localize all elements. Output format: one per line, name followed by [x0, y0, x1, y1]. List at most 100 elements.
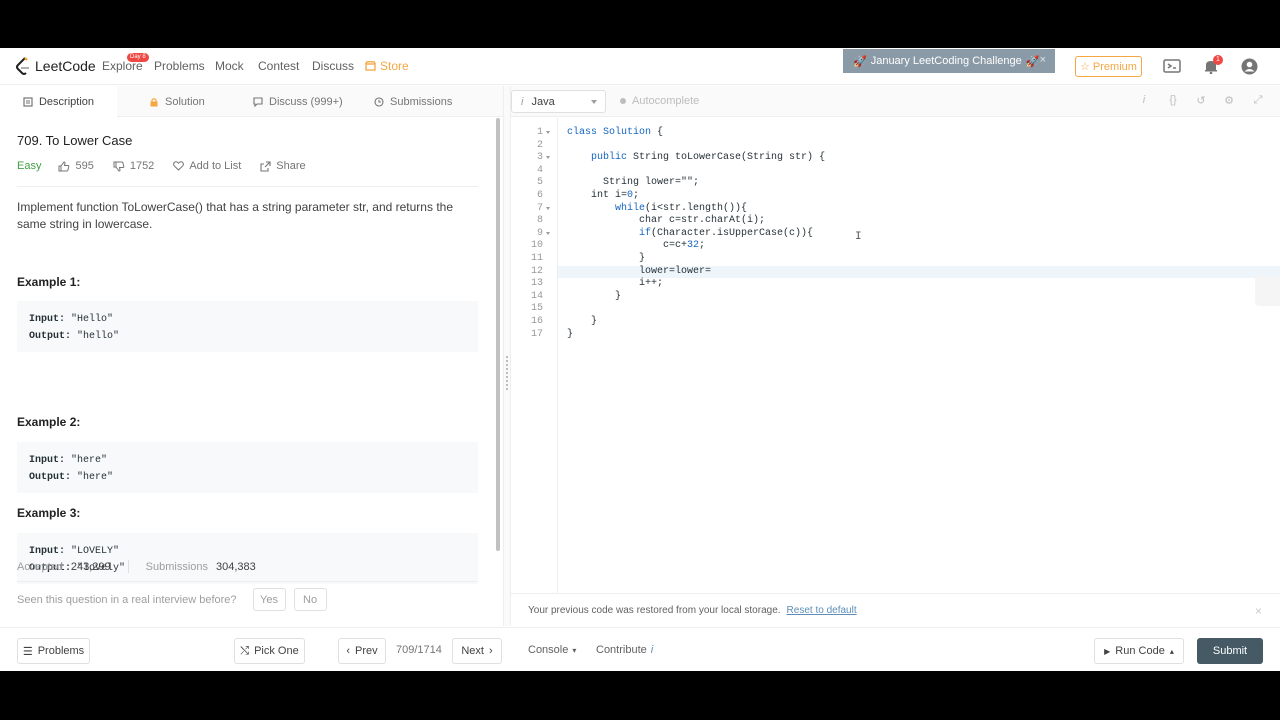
list-icon: ☰ [22, 645, 33, 658]
rocket-icon: 🚀 [1025, 55, 1040, 68]
code-line[interactable]: while(i<str.length()){ [567, 203, 747, 214]
run-code-label: Run Code [1115, 645, 1165, 657]
avatar-icon[interactable] [1241, 58, 1259, 76]
line-number: 11 [530, 253, 543, 264]
fold-caret-icon[interactable] [546, 156, 550, 160]
divider [17, 186, 478, 187]
no-button[interactable]: No [293, 588, 327, 611]
pane-splitter[interactable] [503, 86, 511, 626]
nav-discuss[interactable]: Discuss [312, 59, 354, 73]
store-icon [365, 61, 376, 71]
nav-contest[interactable]: Contest [258, 59, 299, 73]
code-line[interactable]: char c=str.charAt(i); [567, 215, 765, 226]
code-line[interactable]: int i=0; [567, 190, 639, 201]
code-line[interactable]: } [567, 291, 621, 302]
challenge-banner[interactable]: 🚀 January LeetCoding Challenge 🚀 × [843, 49, 1055, 73]
next-button[interactable]: Next › [452, 638, 502, 664]
example-1-heading: Example 1: [17, 275, 81, 289]
prev-button[interactable]: ‹ Prev [338, 638, 386, 664]
example-2-heading: Example 2: [17, 415, 81, 429]
next-label: Next [461, 645, 484, 657]
reset-icon[interactable]: ↺ [1194, 94, 1208, 107]
code-line[interactable]: } [567, 329, 573, 340]
challenge-close-button[interactable]: × [1040, 54, 1046, 66]
pick-one-button[interactable]: ⤭ Pick One [234, 638, 305, 664]
logo[interactable]: LeetCode [16, 57, 96, 75]
code-line[interactable]: public String toLowerCase(String str) { [567, 152, 825, 163]
submissions-count: 304,383 [216, 560, 256, 573]
fold-caret-icon[interactable] [546, 231, 550, 235]
contribute-button[interactable]: Contribute i [596, 644, 653, 656]
fold-caret-icon[interactable] [546, 206, 550, 210]
side-panel-handle[interactable] [1255, 276, 1280, 306]
acceptance-stats: Accepted 243,299 Submissions 304,383 [17, 560, 256, 573]
toggle-dot-icon [620, 98, 626, 104]
code-line[interactable]: } [567, 253, 645, 264]
fold-caret-icon[interactable] [546, 131, 550, 134]
line-number: 13 [530, 278, 543, 290]
explore-day-badge: Day 8 [127, 53, 149, 62]
code-line[interactable]: String lower=""; [567, 177, 699, 188]
autocomplete-label: Autocomplete [632, 95, 700, 107]
tab-submissions[interactable]: Submissions [374, 86, 452, 117]
code-line[interactable]: class Solution { [567, 127, 663, 138]
premium-button[interactable]: ☆ Premium [1075, 56, 1142, 77]
line-number: 1 [536, 127, 543, 138]
example-input-label: Input: [29, 314, 66, 325]
code-line[interactable]: if(Character.isUpperCase(c)){ [567, 228, 813, 239]
console-toggle[interactable]: Console ▾ [528, 644, 576, 656]
tab-description[interactable]: Description [0, 86, 117, 117]
line-number: 5 [536, 177, 543, 189]
autocomplete-toggle[interactable]: Autocomplete [620, 95, 699, 107]
tab-discuss[interactable]: Discuss (999+) [253, 86, 343, 117]
playground-icon[interactable] [1163, 58, 1181, 76]
line-number: 17 [530, 328, 543, 340]
problem-statement: Implement function ToLowerCase() that ha… [17, 200, 453, 231]
info-icon[interactable]: i [1137, 94, 1151, 106]
run-code-button[interactable]: ▶ Run Code ▴ [1094, 638, 1184, 664]
problem-meta: Easy 595 1752 Add to List Share [17, 160, 325, 172]
nav-store[interactable]: Store [365, 59, 409, 73]
example-3-heading: Example 3: [17, 506, 81, 520]
dislike-button[interactable]: 1752 [113, 160, 154, 172]
line-number: 6 [536, 190, 543, 201]
nav-problems[interactable]: Problems [154, 59, 205, 73]
yes-button[interactable]: Yes [252, 588, 286, 611]
interview-question: Seen this question in a real interview b… [17, 593, 237, 606]
code-line[interactable]: } [567, 316, 597, 327]
comment-icon [253, 96, 263, 107]
description-scrollbar[interactable] [496, 118, 500, 551]
code-line[interactable]: i++; [567, 278, 663, 289]
code-line[interactable]: lower=lower= [567, 266, 711, 277]
line-number: 9 [536, 227, 543, 239]
problem-title: 709. To Lower Case [17, 133, 133, 148]
info-icon: i [521, 95, 524, 108]
code-line[interactable]: c=c+32; [567, 240, 705, 251]
share-icon [260, 160, 271, 172]
settings-icon[interactable]: ⚙ [1222, 94, 1236, 107]
language-select[interactable]: i Java [511, 90, 606, 113]
leetcode-app: LeetCode Explore Day 8 Problems Mock Con… [0, 48, 1280, 671]
code-editor[interactable]: 1 2 3 4 5 6 7 8 9 10 11 12 13 14 15 16 17 class Solution… [511, 118, 1280, 593]
star-icon: ☆ [1080, 61, 1090, 73]
nav-mock[interactable]: Mock [215, 59, 244, 73]
reset-to-default-link[interactable]: Reset to default [787, 605, 857, 616]
bottom-bar: ☰ Problems ⤭ Pick One ‹ Prev 709/1714 Ne… [0, 627, 1280, 671]
add-to-list-button[interactable]: Add to List [173, 160, 241, 172]
dislike-count: 1752 [129, 160, 155, 172]
problems-list-button[interactable]: ☰ Problems [17, 638, 90, 664]
like-button[interactable]: 595 [58, 160, 94, 172]
fullscreen-icon[interactable]: ⤢ [1251, 94, 1265, 107]
leetcode-logo-icon [16, 57, 30, 75]
line-number: 14 [530, 290, 543, 302]
submit-button[interactable]: Submit [1197, 638, 1263, 664]
premium-label: Premium [1092, 60, 1137, 73]
example-input-value: "here" [65, 455, 108, 466]
line-number-gutter: 1 2 3 4 5 6 7 8 9 10 11 12 13 14 15 16 17 [511, 118, 558, 593]
document-icon [23, 96, 33, 107]
share-button[interactable]: Share [260, 160, 306, 172]
tab-solution[interactable]: Solution [149, 86, 205, 117]
braces-icon[interactable]: {} [1166, 94, 1180, 106]
pick-one-label: Pick One [254, 645, 299, 657]
restore-close-button[interactable]: × [1255, 604, 1262, 618]
